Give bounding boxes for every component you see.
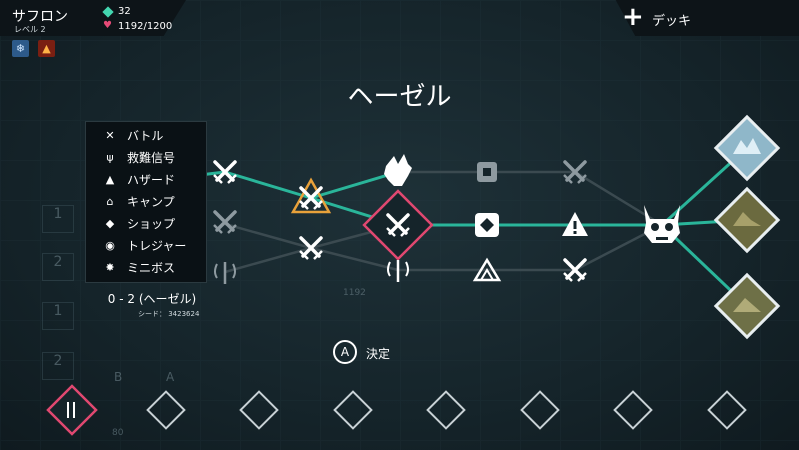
hazard-battle-node[interactable] <box>290 177 332 214</box>
legend-item-miniboss: ✸ ミニボス <box>101 258 175 276</box>
legend-item-shop: ◆ ショップ <box>101 214 175 232</box>
track-node[interactable] <box>146 390 186 430</box>
current-position-node[interactable] <box>46 384 98 436</box>
track-node[interactable] <box>239 390 279 430</box>
destination-node[interactable] <box>713 114 781 182</box>
miniboss-node[interactable] <box>384 154 412 186</box>
a-button-icon[interactable]: A <box>333 340 357 364</box>
track-node[interactable] <box>520 390 560 430</box>
selected-battle-node[interactable] <box>362 189 434 261</box>
battle-node[interactable] <box>298 236 324 261</box>
legend-label: ショップ <box>127 216 176 231</box>
dim-paths <box>224 170 663 274</box>
legend-item-camp: ⌂ キャンプ <box>101 192 175 210</box>
legend-item-hazard: ▲ ハザード <box>101 170 175 188</box>
shop-icon: ◆ <box>105 216 115 230</box>
boss-node[interactable] <box>644 205 680 243</box>
legend-item-battle: ✕ バトル <box>101 126 163 144</box>
legend-label: トレジャー <box>127 238 187 253</box>
treasure-icon: ◉ <box>105 238 115 252</box>
hazard-icon: ▲ <box>105 172 115 186</box>
camp-icon: ⌂ <box>106 194 114 208</box>
miniboss-icon: ✸ <box>105 260 115 274</box>
destination-node[interactable] <box>713 186 781 254</box>
legend-label: バトル <box>127 128 164 143</box>
distress-node[interactable] <box>214 262 236 284</box>
node-legend: ✕ バトル ψ 救難信号 ▲ ハザード ⌂ キャンプ ◆ ショップ ◉ トレジャー ✸ ミニボ… <box>85 121 207 283</box>
track-node[interactable] <box>426 390 466 430</box>
legend-label: ハザード <box>127 172 176 187</box>
distress-signal-icon: ψ <box>106 150 114 164</box>
bottom-track <box>46 384 747 436</box>
legend-item-distress: ψ 救難信号 <box>101 148 175 166</box>
stage-label: 0 - 2 (ヘーゼル) <box>107 292 197 306</box>
seed-label: シード： 3423624 <box>138 310 200 318</box>
confirm-label: 決定 <box>366 347 391 361</box>
legend-item-treasure: ◉ トレジャー <box>101 236 186 254</box>
track-node[interactable] <box>333 390 373 430</box>
track-node[interactable] <box>613 390 653 430</box>
treasure-node[interactable] <box>477 162 497 182</box>
legend-label: ミニボス <box>127 260 176 275</box>
battle-icon: ✕ <box>105 128 115 142</box>
legend-label: キャンプ <box>127 194 175 209</box>
shop-node[interactable] <box>475 213 499 237</box>
legend-label: 救難信号 <box>127 150 176 165</box>
battle-node[interactable] <box>212 210 238 235</box>
track-node[interactable] <box>707 390 747 430</box>
